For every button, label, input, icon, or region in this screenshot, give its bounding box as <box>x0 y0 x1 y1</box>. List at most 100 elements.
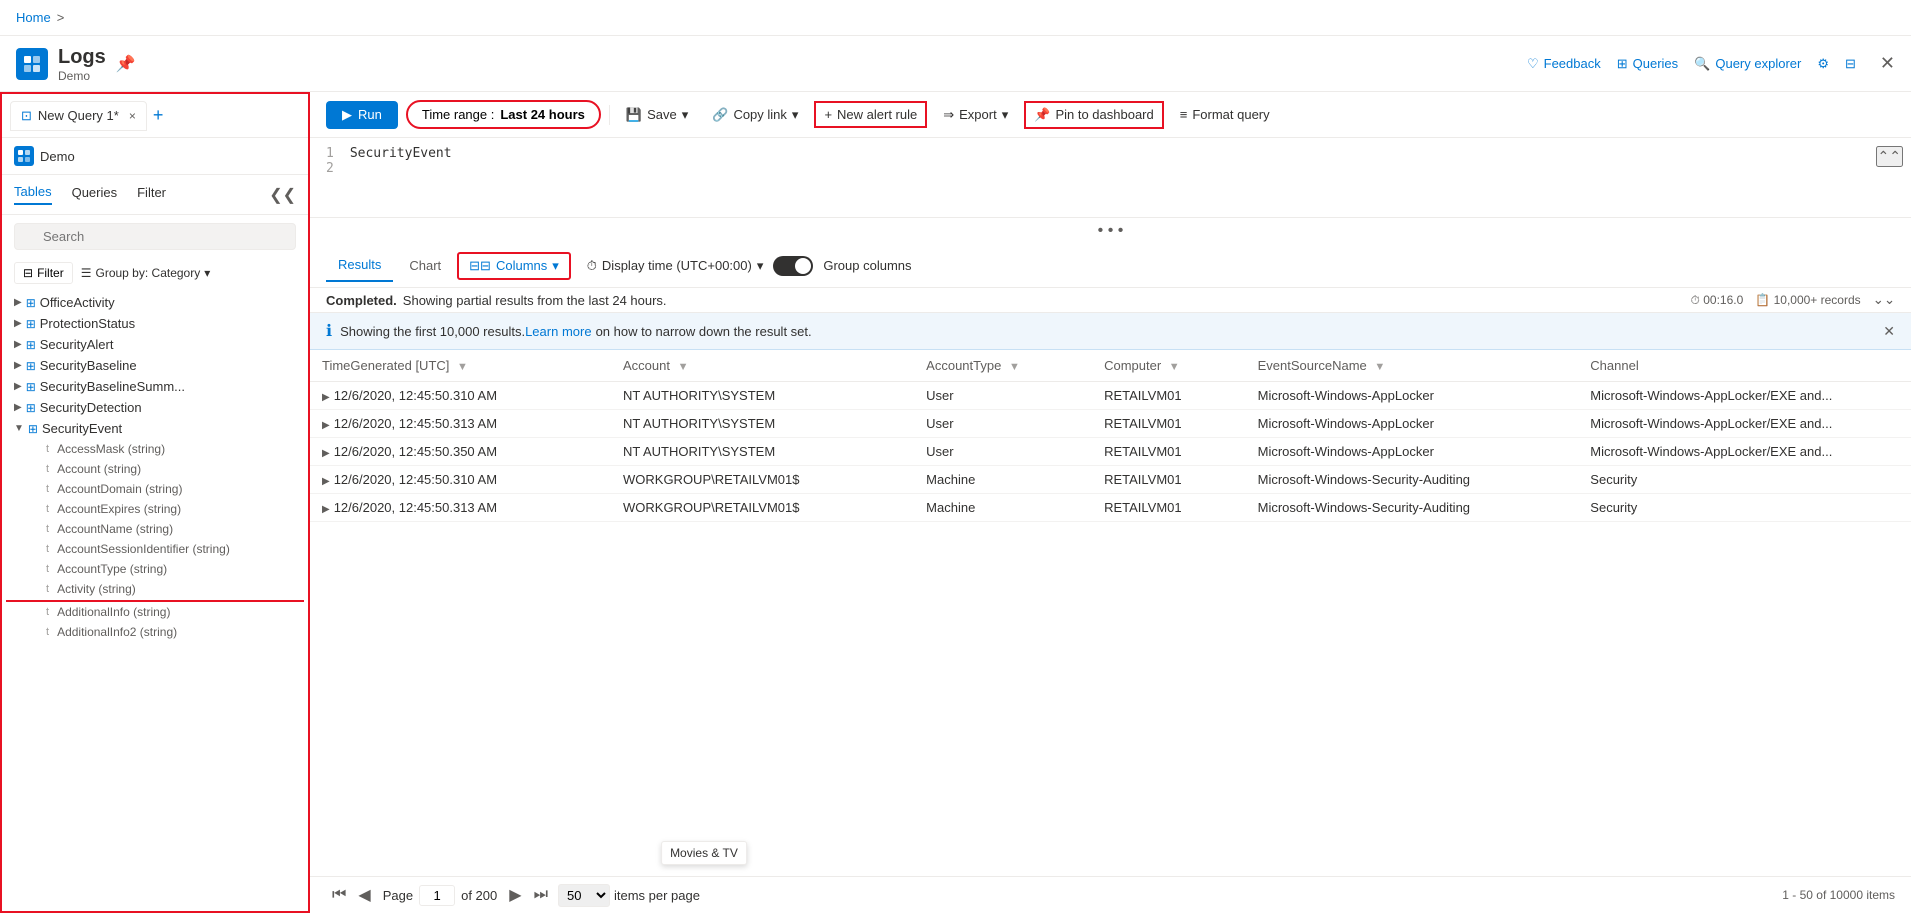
queries-button[interactable]: ⊞ Queries <box>1617 56 1678 72</box>
tree-item-securitybaselinesumm[interactable]: ▶ ⊞ SecurityBaselineSumm... <box>6 376 304 397</box>
tree-field-accessmask[interactable]: t AccessMask (string) <box>6 439 304 459</box>
format-query-button[interactable]: ≡ Format query <box>1172 103 1278 126</box>
copy-link-button[interactable]: 🔗 Copy link ▾ <box>704 103 806 127</box>
sidebar-tabs-bar: ⊡ New Query 1* × + <box>2 94 308 138</box>
first-page-button[interactable]: ⏮ <box>326 884 352 906</box>
feedback-button[interactable]: ♡ Feedback <box>1527 56 1601 72</box>
learn-more-link[interactable]: Learn more <box>525 324 591 339</box>
table-row[interactable]: ▶12/6/2020, 12:45:50.310 AMWORKGROUP\RET… <box>310 466 1911 494</box>
settings-button[interactable]: ⚙ <box>1817 56 1829 72</box>
last-page-button[interactable]: ⏭ <box>528 884 554 906</box>
next-page-button[interactable]: ▶ <box>503 883 527 907</box>
tree-field-accountexpires[interactable]: t AccountExpires (string) <box>6 499 304 519</box>
tree-item-securitydetection[interactable]: ▶ ⊞ SecurityDetection <box>6 397 304 418</box>
field-label: AccountType (string) <box>57 562 167 576</box>
expand-results-button[interactable]: ⌄⌄ <box>1873 292 1895 308</box>
col-header-account[interactable]: Account ▼ <box>611 350 914 382</box>
pin-to-dashboard-button[interactable]: 📌 Pin to dashboard <box>1024 101 1163 129</box>
layout-button[interactable]: ⊟ <box>1845 56 1856 72</box>
breadcrumb-home[interactable]: Home <box>16 10 51 25</box>
workspace-name: Demo <box>40 149 75 164</box>
nav-tables[interactable]: Tables <box>14 184 52 205</box>
row-expand-button[interactable]: ▶ <box>322 476 330 487</box>
results-table-wrap[interactable]: TimeGenerated [UTC] ▼ Account ▼ AccountT… <box>310 350 1911 876</box>
save-button[interactable]: 💾 Save ▾ <box>618 103 696 127</box>
group-columns-toggle[interactable] <box>773 256 813 276</box>
filter-icon[interactable]: ▼ <box>1374 361 1385 373</box>
tree-field-additionalinfo2[interactable]: t AdditionalInfo2 (string) <box>6 622 304 642</box>
tree-item-securityevent[interactable]: ▼ ⊞ SecurityEvent <box>6 418 304 439</box>
info-close-button[interactable]: ✕ <box>1883 323 1895 340</box>
tree-item-protectionstatus[interactable]: ▶ ⊞ ProtectionStatus <box>6 313 304 334</box>
table-row[interactable]: ▶12/6/2020, 12:45:50.313 AMWORKGROUP\RET… <box>310 494 1911 522</box>
table-icon: ⊞ <box>26 338 36 352</box>
toggle-knob <box>795 258 811 274</box>
tree-field-accountsession[interactable]: t AccountSessionIdentifier (string) <box>6 539 304 559</box>
line-number-1: 1 <box>326 146 334 161</box>
filter-icon[interactable]: ▼ <box>1169 361 1180 373</box>
expand-editor-button[interactable]: ⌃⌃ <box>1876 146 1903 167</box>
nav-queries[interactable]: Queries <box>72 185 118 204</box>
tree-field-additionalinfo[interactable]: t AdditionalInfo (string) <box>6 602 304 622</box>
filter-icon[interactable]: ▼ <box>457 361 468 373</box>
per-page-select[interactable]: 50 100 200 <box>558 884 610 907</box>
query-tab-1[interactable]: ⊡ New Query 1* × <box>10 101 147 131</box>
query-editor[interactable]: 1 SecurityEvent 2 ⌃⌃ <box>310 138 1911 218</box>
prev-page-button[interactable]: ◀ <box>352 883 376 907</box>
table-cell: Microsoft-Windows-AppLocker <box>1246 438 1579 466</box>
close-button[interactable]: ✕ <box>1880 53 1895 74</box>
query-explorer-button[interactable]: 🔍 Query explorer <box>1694 56 1801 72</box>
filter-icon[interactable]: ▼ <box>1009 361 1020 373</box>
tab-close-button[interactable]: × <box>129 109 136 123</box>
tree-item-officeactivity[interactable]: ▶ ⊞ OfficeActivity <box>6 292 304 313</box>
col-header-accounttype[interactable]: AccountType ▼ <box>914 350 1092 382</box>
tree-field-activity[interactable]: t Activity (string) <box>6 579 304 602</box>
field-label: AdditionalInfo (string) <box>57 605 170 619</box>
row-expand-button[interactable]: ▶ <box>322 448 330 459</box>
sidebar-filter-bar: ⊟ Filter ☰ Group by: Category ▾ <box>2 258 308 292</box>
table-cell: User <box>914 410 1092 438</box>
row-expand-button[interactable]: ▶ <box>322 420 330 431</box>
time-range-button[interactable]: Time range : Last 24 hours <box>406 100 601 129</box>
col-header-channel[interactable]: Channel <box>1578 350 1911 382</box>
filter-icon[interactable]: ▼ <box>678 361 689 373</box>
pin-icon[interactable]: 📌 <box>116 54 136 74</box>
page-number-input[interactable] <box>419 885 455 906</box>
filter-button[interactable]: ⊟ Filter <box>14 262 73 284</box>
col-header-computer[interactable]: Computer ▼ <box>1092 350 1246 382</box>
col-header-eventsource[interactable]: EventSourceName ▼ <box>1246 350 1579 382</box>
tree-item-securitybaseline[interactable]: ▶ ⊞ SecurityBaseline <box>6 355 304 376</box>
search-input[interactable] <box>14 223 296 250</box>
record-count: 📋 10,000+ records <box>1755 293 1860 307</box>
tree-field-account[interactable]: t Account (string) <box>6 459 304 479</box>
tree-field-accounttype[interactable]: t AccountType (string) <box>6 559 304 579</box>
display-time-button[interactable]: ⏱ Display time (UTC+00:00) ▾ <box>587 258 764 274</box>
table-row[interactable]: ▶12/6/2020, 12:45:50.313 AMNT AUTHORITY\… <box>310 410 1911 438</box>
tree-field-accountdomain[interactable]: t AccountDomain (string) <box>6 479 304 499</box>
field-icon: t <box>46 443 49 455</box>
tree-field-accountname[interactable]: t AccountName (string) <box>6 519 304 539</box>
tab-results[interactable]: Results <box>326 249 393 282</box>
tab-chart[interactable]: Chart <box>397 250 453 281</box>
row-expand-button[interactable]: ▶ <box>322 504 330 515</box>
sidebar-collapse-button[interactable]: ❮❮ <box>269 185 296 205</box>
table-cell: Security <box>1578 466 1911 494</box>
field-label: AccountName (string) <box>57 522 173 536</box>
results-area: • • • Results Chart ⊟⊟ Columns ▾ ⏱ Displ… <box>310 218 1911 913</box>
tree-item-securityalert[interactable]: ▶ ⊞ SecurityAlert <box>6 334 304 355</box>
export-button[interactable]: ⇒ Export ▾ <box>935 103 1016 127</box>
add-tab-button[interactable]: + <box>153 105 164 126</box>
new-alert-button[interactable]: + New alert rule <box>814 101 927 128</box>
group-by-button[interactable]: ☰ Group by: Category ▾ <box>81 266 211 280</box>
table-row[interactable]: ▶12/6/2020, 12:45:50.350 AMNT AUTHORITY\… <box>310 438 1911 466</box>
chevron-down-icon: ▾ <box>204 266 210 280</box>
table-row[interactable]: ▶12/6/2020, 12:45:50.310 AMNT AUTHORITY\… <box>310 382 1911 410</box>
nav-filter[interactable]: Filter <box>137 185 166 204</box>
row-expand-button[interactable]: ▶ <box>322 392 330 403</box>
run-button[interactable]: ▶ Run <box>326 101 398 129</box>
col-header-time[interactable]: TimeGenerated [UTC] ▼ <box>310 350 611 382</box>
link-icon: 🔗 <box>712 107 728 123</box>
heart-icon: ♡ <box>1527 56 1539 72</box>
columns-button[interactable]: ⊟⊟ Columns ▾ <box>457 252 571 280</box>
table-cell: RETAILVM01 <box>1092 438 1246 466</box>
